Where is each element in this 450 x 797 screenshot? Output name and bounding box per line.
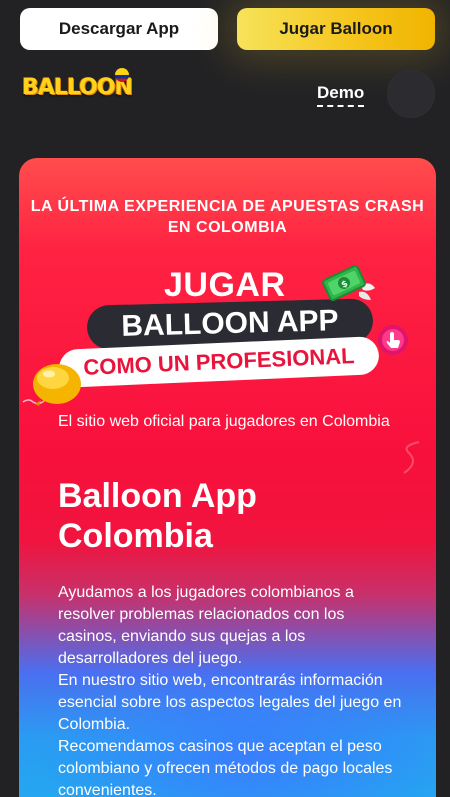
promo-art: JUGAR BALLOON APP COMO UN PROFESIONAL $ bbox=[19, 258, 436, 418]
colombia-flag-icon bbox=[115, 68, 129, 82]
hero-heading: LA ÚLTIMA EXPERIENCIA DE APUESTAS CRASH … bbox=[30, 198, 425, 236]
logo[interactable]: BALLOON bbox=[18, 66, 133, 110]
hero-card: LA ÚLTIMA EXPERIENCIA DE APUESTAS CRASH … bbox=[19, 158, 436, 797]
hero-description: Ayudamos a los jugadores colombianos a r… bbox=[58, 582, 403, 797]
hero-tagline: El sitio web oficial para jugadores en C… bbox=[58, 413, 390, 430]
balloon-icon bbox=[22, 364, 81, 406]
menu-button[interactable] bbox=[387, 70, 435, 118]
hero-paragraph: En nuestro sitio web, encontrarás inform… bbox=[58, 672, 402, 733]
top-bar: Descargar App Jugar Balloon bbox=[0, 0, 450, 60]
hero-title: Balloon App Colombia bbox=[58, 477, 257, 555]
money-icon: $ bbox=[322, 264, 375, 302]
hero-paragraph: Recomendamos casinos que aceptan el peso… bbox=[58, 738, 393, 797]
download-app-button[interactable]: Descargar App bbox=[20, 8, 218, 50]
art-line-jugar: JUGAR bbox=[164, 266, 286, 304]
decor-squiggle-icon bbox=[403, 441, 420, 474]
demo-link[interactable]: Demo bbox=[317, 83, 365, 107]
hero-paragraph: Ayudamos a los jugadores colombianos a r… bbox=[58, 584, 354, 667]
tap-hand-icon bbox=[378, 325, 408, 355]
play-balloon-button[interactable]: Jugar Balloon bbox=[237, 8, 435, 50]
